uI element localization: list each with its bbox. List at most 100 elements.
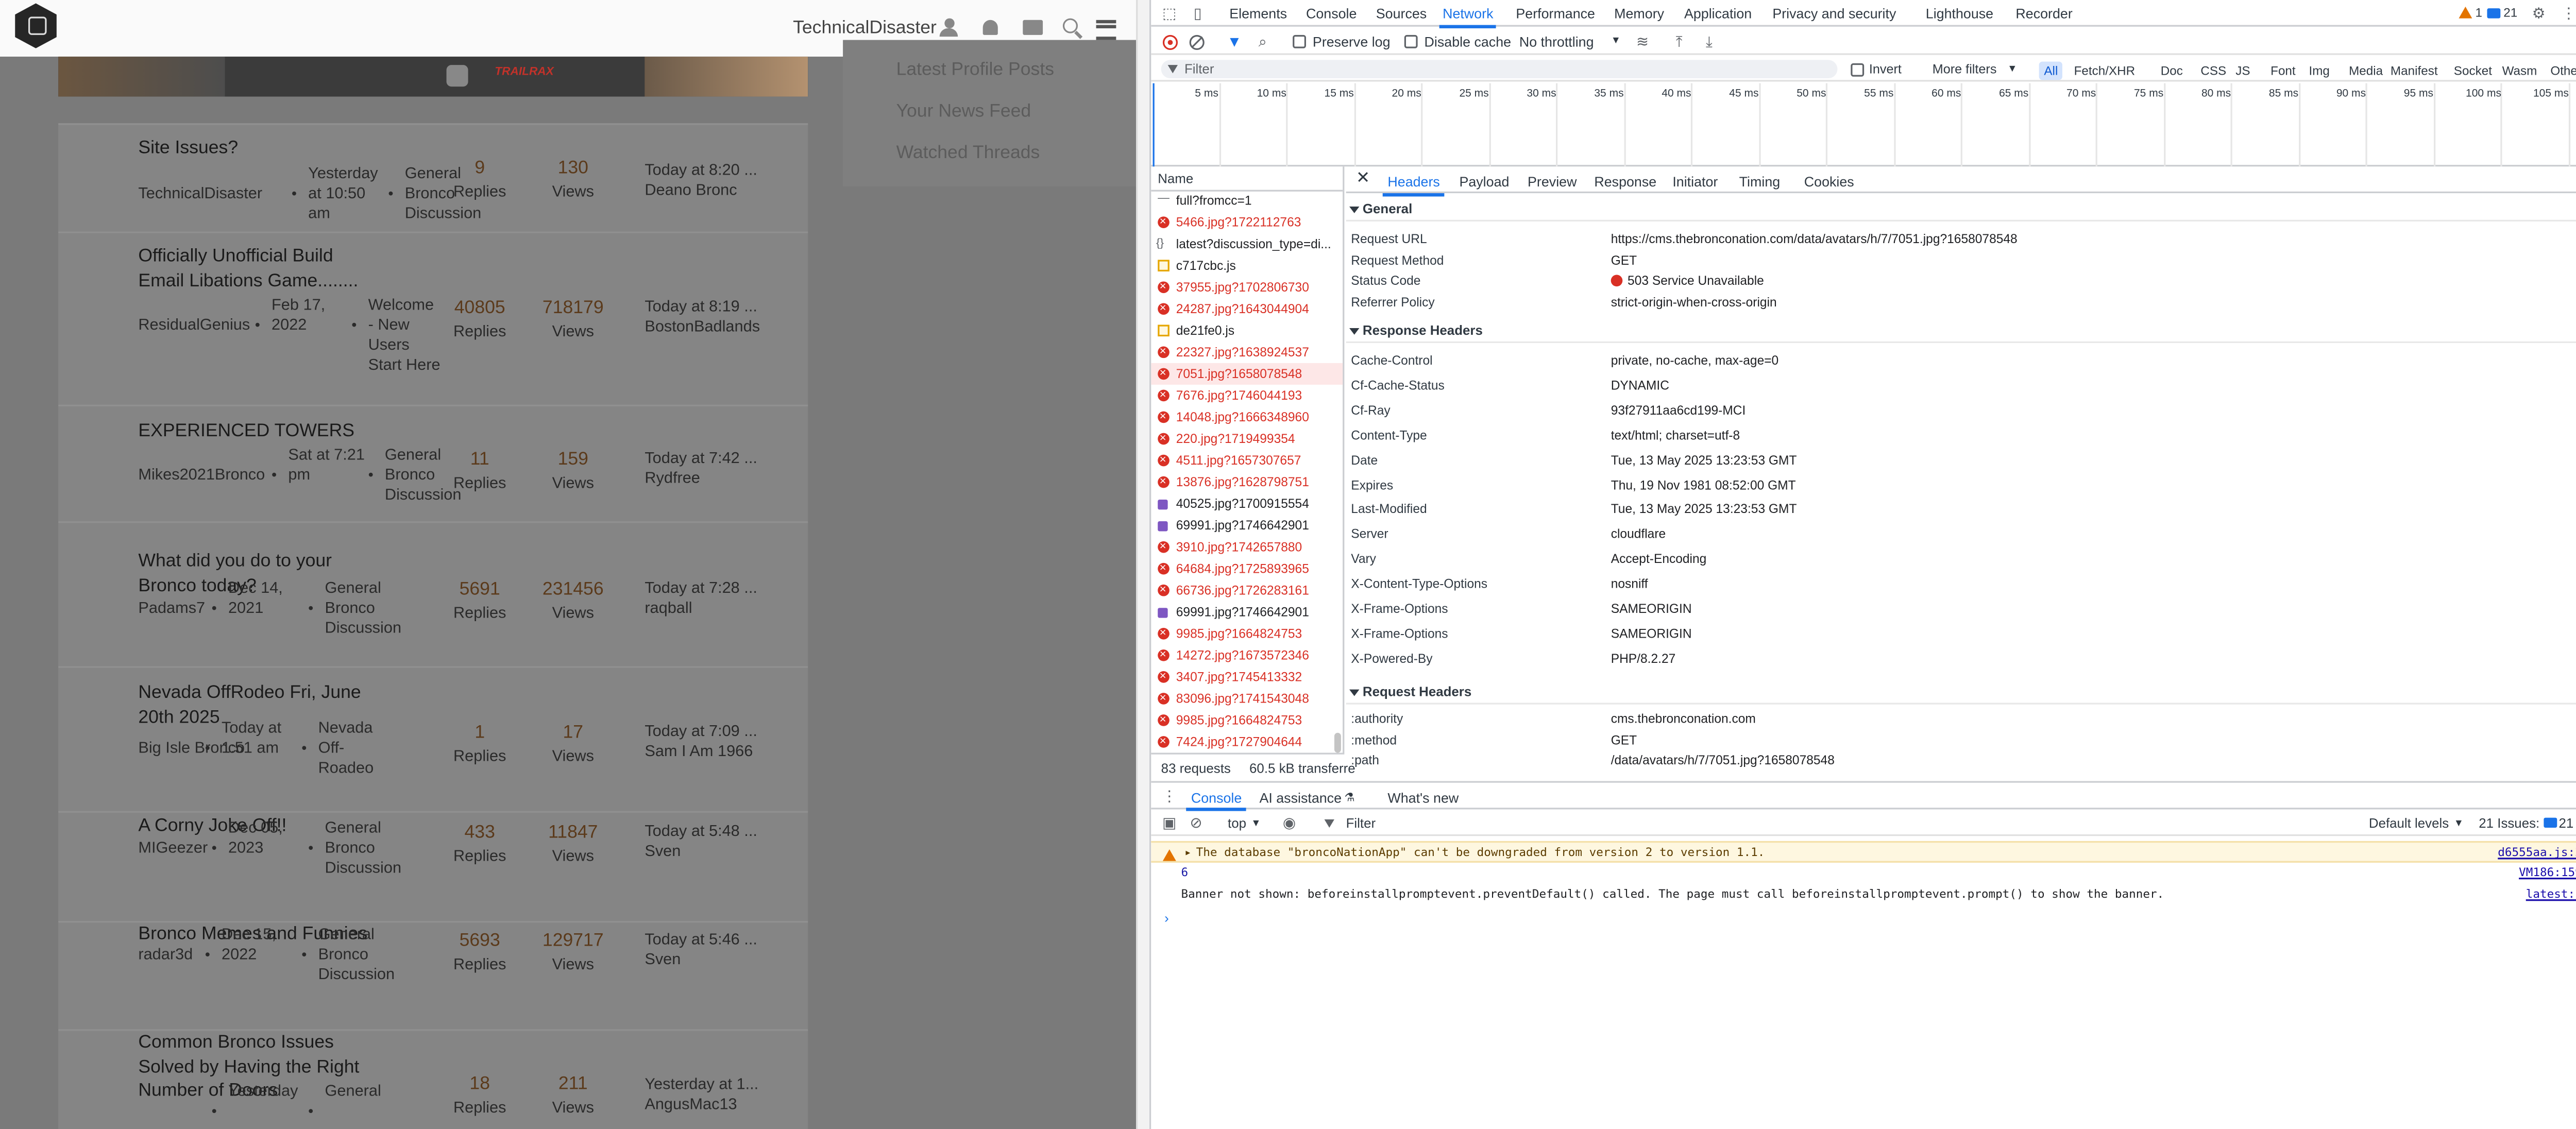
request-row[interactable]: latest?discussion_type=di... — [1151, 233, 1343, 255]
request-row[interactable]: 14048.jpg?1666348960 — [1151, 406, 1343, 428]
import-har-icon[interactable]: ⤒ — [1671, 33, 1687, 50]
type-filter-media[interactable]: Media — [2344, 61, 2387, 79]
bell-icon[interactable] — [979, 16, 1001, 38]
console-message[interactable]: 6 VM186:159 — [1151, 863, 2576, 884]
search-icon[interactable]: ⌕ — [1255, 33, 1271, 50]
request-row[interactable]: 4511.jpg?1657307657 — [1151, 450, 1343, 471]
request-row[interactable]: 37955.jpg?1702806730 — [1151, 277, 1343, 298]
last-post-time[interactable]: Yesterday at 1... — [645, 1076, 758, 1096]
type-filter-font[interactable]: Font — [2265, 61, 2300, 79]
warning-count[interactable]: 1 — [2470, 5, 2487, 22]
thread-title[interactable]: EXPERIENCED TOWERS — [138, 420, 421, 444]
filter-funnel-icon[interactable]: ▼ — [1226, 33, 1243, 50]
expand-arrow-icon[interactable]: ▸ — [1184, 843, 1192, 864]
last-post-time[interactable]: Today at 8:19 ... — [645, 298, 757, 318]
last-post-time[interactable]: Today at 7:42 ... — [645, 450, 757, 470]
issues-count[interactable]: 21 — [2559, 816, 2574, 831]
thread-forum-link[interactable]: General Bronco Discussion — [325, 819, 402, 879]
request-row[interactable]: 7424.jpg?1727904644 — [1151, 731, 1343, 752]
request-row[interactable]: 24287.jpg?1643044904 — [1151, 298, 1343, 320]
thread-author[interactable]: Padams7 — [138, 600, 205, 620]
last-post-time[interactable]: Today at 5:46 ... — [645, 931, 757, 951]
messages-count[interactable]: 21 — [2500, 5, 2520, 22]
record-icon[interactable] — [1162, 35, 1178, 50]
drawer-tab-ai-assistance[interactable]: AI assistance — [1259, 790, 1342, 806]
chevron-down-icon[interactable]: ▼ — [1251, 819, 1261, 829]
network-conditions-icon[interactable]: ≋ — [1634, 33, 1651, 50]
header-value[interactable]: GET — [1611, 732, 1637, 747]
more-filters-dropdown[interactable]: More filters — [1933, 62, 1997, 77]
network-timeline-overview[interactable]: 5 ms 10 ms 15 ms 20 ms 25 ms 30 ms 35 ms 40 ms 4… — [1151, 83, 2576, 167]
thread-forum-link[interactable]: General Bronco Discussion — [318, 926, 395, 986]
thread-forum-link[interactable]: General Bronco Discussion — [325, 579, 402, 639]
person-icon[interactable] — [938, 16, 959, 38]
header-value[interactable]: nosniff — [1611, 576, 1648, 591]
thread-author[interactable]: TechnicalDisaster — [138, 185, 262, 205]
clear-icon[interactable] — [1189, 35, 1205, 50]
request-row[interactable]: 69991.jpg?1746642901 — [1151, 601, 1343, 623]
header-value[interactable]: text/html; charset=utf-8 — [1611, 427, 1740, 442]
console-message[interactable]: Banner not shown: beforeinstallprompteve… — [1151, 884, 2576, 906]
last-post-user[interactable]: Rydfree — [645, 470, 700, 490]
thread-author[interactable]: radar3d — [138, 946, 193, 966]
thread-forum-link[interactable]: Welcome - New Users Start Here — [368, 297, 442, 377]
header-value[interactable]: https://cms.thebronconation.com/data/ava… — [1611, 231, 2018, 246]
detail-tab-headers[interactable]: Headers — [1382, 173, 1446, 196]
last-post-user[interactable]: Sam I Am 1966 — [645, 743, 753, 763]
last-post-user[interactable]: BostonBadlands — [645, 318, 760, 338]
request-row[interactable]: de21fe0.js — [1151, 320, 1343, 341]
detail-tab-cookies[interactable]: Cookies — [1804, 173, 1854, 189]
watched-threads-link[interactable]: Watched Threads — [896, 143, 1040, 163]
network-filter-input[interactable]: Filter — [1161, 60, 1838, 78]
type-filter-other[interactable]: Other — [2546, 61, 2576, 79]
last-post-user[interactable]: AngusMac13 — [645, 1096, 737, 1116]
devtools-tab-sources[interactable]: Sources — [1376, 5, 1427, 22]
header-value[interactable]: GET — [1611, 252, 1637, 267]
devtools-tab-network[interactable]: Network — [1439, 5, 1498, 28]
device-toolbar-icon[interactable]: ▯ — [1190, 5, 1206, 22]
response-headers-section-toggle[interactable]: Response Headers — [1346, 320, 2576, 344]
header-value[interactable]: PHP/8.2.27 — [1611, 651, 1676, 666]
chevron-down-icon[interactable]: ▼ — [1611, 37, 1621, 46]
request-row[interactable]: 9985.jpg?1664824753 — [1151, 709, 1343, 731]
thread-forum-link[interactable]: General — [325, 1083, 398, 1103]
detail-tab-response[interactable]: Response — [1594, 173, 1656, 189]
ad-banner[interactable]: TRAILRAX — [58, 56, 808, 97]
type-filter-wasm[interactable]: Wasm — [2497, 61, 2542, 79]
console-source-link[interactable]: VM186:159 — [2519, 863, 2576, 884]
throttling-select[interactable]: No throttling — [1519, 33, 1594, 50]
header-value[interactable]: 503 Service Unavailable — [1611, 273, 1764, 288]
page-scrollbar[interactable] — [1136, 0, 1150, 1129]
console-source-link[interactable]: d6555aa.js:2 — [2498, 843, 2576, 864]
chevron-down-icon[interactable]: ▼ — [2007, 65, 2017, 75]
console-filter-input[interactable]: Filter — [1318, 814, 2351, 833]
detail-tab-timing[interactable]: Timing — [1739, 173, 1781, 189]
request-row[interactable]: 22327.jpg?1638924537 — [1151, 341, 1343, 363]
devtools-tab-elements[interactable]: Elements — [1229, 5, 1287, 22]
context-selector[interactable]: top — [1228, 816, 1246, 831]
console-message[interactable]: ▸ The database "broncoNationApp" can't be… — [1151, 841, 2576, 863]
devtools-tab-privacy-and-security[interactable]: Privacy and security — [1772, 5, 1896, 22]
request-row[interactable]: 69991.jpg?1746642901 — [1151, 515, 1343, 536]
devtools-tab-performance[interactable]: Performance — [1516, 5, 1595, 22]
request-headers-section-toggle[interactable]: Request Headers — [1346, 681, 2576, 705]
search-icon[interactable] — [1061, 16, 1083, 38]
last-post-user[interactable]: raqball — [645, 600, 692, 620]
request-row[interactable]: 40525.jpg?1700915554 — [1151, 493, 1343, 515]
detail-tab-initiator[interactable]: Initiator — [1672, 173, 1718, 189]
type-filter-all[interactable]: All — [2039, 61, 2063, 79]
log-levels-dropdown[interactable]: Default levels — [2369, 816, 2449, 831]
sidebar-toggle-icon[interactable]: ▣ — [1161, 814, 1178, 831]
drawer-tab-whats-new[interactable]: What's new — [1387, 790, 1459, 806]
settings-gear-icon[interactable]: ⚙ — [2531, 5, 2547, 22]
issues-label[interactable]: 21 Issues: — [2479, 816, 2539, 831]
thread-author[interactable]: MIGeezer — [138, 840, 208, 860]
thread-author[interactable]: Mikes2021Bronco — [138, 466, 265, 486]
drawer-menu-icon[interactable]: ⋮ — [1161, 788, 1178, 804]
header-value[interactable]: strict-origin-when-cross-origin — [1611, 294, 1777, 309]
type-filter-socket[interactable]: Socket — [2449, 61, 2497, 79]
request-row[interactable]: 3407.jpg?1745413332 — [1151, 666, 1343, 688]
more-options-icon[interactable]: ⋮ — [2561, 5, 2576, 22]
request-row[interactable]: 220.jpg?1719499354 — [1151, 428, 1343, 450]
last-post-user[interactable]: Sven — [645, 951, 681, 971]
